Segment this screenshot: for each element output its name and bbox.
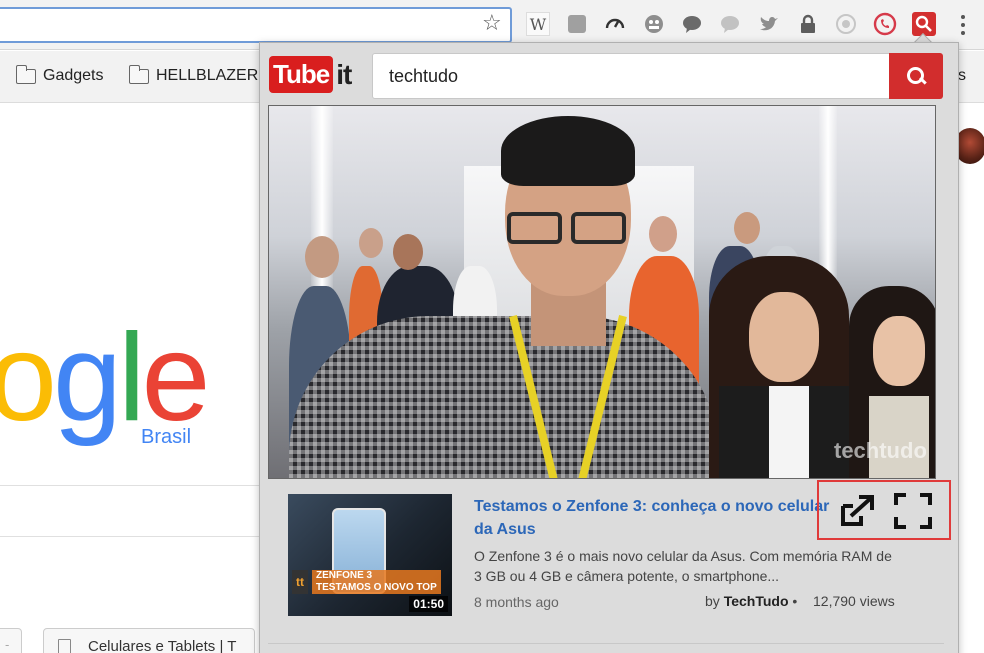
logo-it-text: it xyxy=(336,58,352,90)
bookmark-label: Gadgets xyxy=(43,67,104,84)
google-logo-letter: e xyxy=(141,309,211,447)
thumbnail-label: ZENFONE 3 TESTAMOS O NOVO TOP xyxy=(312,570,441,594)
result-age: 8 months ago xyxy=(474,594,559,610)
folder-icon xyxy=(15,64,36,84)
google-country-label: Brasil xyxy=(141,426,192,448)
bookmark-folder-hellblazer[interactable]: HELLBLAZER xyxy=(128,64,259,85)
google-logo-letter: g xyxy=(52,309,122,447)
tubeit-search-icon[interactable] xyxy=(912,12,936,36)
google-logo-letter: l xyxy=(117,309,145,447)
google-logo: ogle xyxy=(0,309,211,447)
search-icon xyxy=(907,67,925,85)
google-logo-letter: o xyxy=(0,309,57,447)
video-player[interactable]: techtudo xyxy=(268,105,936,479)
video-person-head xyxy=(305,236,339,278)
divider xyxy=(0,485,260,486)
author-prefix: by xyxy=(705,593,724,609)
thumbnail-brand: tt xyxy=(292,570,308,594)
video-controls-highlight xyxy=(817,480,951,540)
video-person-head xyxy=(649,216,677,252)
popout-icon[interactable] xyxy=(837,492,877,530)
most-visited-tile[interactable]: Celulares e Tablets | T xyxy=(43,628,255,653)
video-person-head xyxy=(393,234,423,270)
result-views: 12,790 views xyxy=(813,593,895,609)
ghost-extension-icon[interactable] xyxy=(642,12,666,36)
tubeit-popup: Tube it techtudo techtudo tt ZENFONE 3 T… xyxy=(259,42,959,653)
search-button[interactable] xyxy=(889,53,943,99)
result-author: by TechTudo • xyxy=(705,593,797,609)
divider xyxy=(0,536,260,537)
thumbnail-label-line: TESTAMOS O NOVO TOP xyxy=(316,582,437,593)
channel-link[interactable]: TechTudo xyxy=(724,593,789,609)
bookmark-folder-gadgets[interactable]: Gadgets xyxy=(15,64,104,85)
wikipedia-icon[interactable]: W xyxy=(526,12,550,36)
circle-extension-icon[interactable] xyxy=(834,12,858,36)
bookmark-label: HELLBLAZER xyxy=(156,67,259,84)
twitter-bird-icon[interactable] xyxy=(757,12,781,36)
document-icon xyxy=(58,639,71,653)
whatsapp-icon[interactable] xyxy=(873,12,897,36)
video-person-head xyxy=(734,212,760,244)
chrome-menu-icon[interactable] xyxy=(956,12,970,38)
pin-extension-icon[interactable] xyxy=(565,12,589,36)
search-input[interactable]: techtudo xyxy=(372,53,890,99)
thumbnail-label-line: ZENFONE 3 xyxy=(316,570,373,581)
tubeit-logo: Tube it xyxy=(269,56,352,93)
divider xyxy=(268,643,944,644)
chat-bubble-icon[interactable] xyxy=(680,12,704,36)
video-presenter-glasses xyxy=(507,212,629,246)
result-description: O Zenfone 3 é o mais novo celular da Asu… xyxy=(474,548,892,584)
bookmark-star-icon[interactable]: ☆ xyxy=(482,12,502,36)
speed-gauge-icon[interactable] xyxy=(603,12,627,36)
video-person-head xyxy=(359,228,383,258)
lock-icon[interactable] xyxy=(796,12,820,36)
duration-badge: 01:50 xyxy=(409,596,448,612)
most-visited-tile[interactable]: - C xyxy=(0,628,22,653)
address-bar[interactable] xyxy=(0,7,512,43)
meta-separator: • xyxy=(792,593,798,609)
video-presenter-hair xyxy=(501,116,635,186)
result-thumbnail[interactable]: tt ZENFONE 3 TESTAMOS O NOVO TOP 01:50 xyxy=(288,494,452,616)
logo-tube-text: Tube xyxy=(269,56,334,93)
tile-label: Celulares e Tablets | T xyxy=(88,638,237,653)
result-title-link[interactable]: Testamos o Zenfone 3: conheça o novo cel… xyxy=(474,495,844,541)
video-watermark: techtudo xyxy=(834,438,927,463)
folder-icon xyxy=(128,64,149,84)
video-presenter-shirt xyxy=(289,316,719,478)
comment-icon[interactable] xyxy=(718,12,742,36)
bookmark-overflow-text: s xyxy=(958,67,966,84)
browser-window: ☆ W Gadgets HELLBLAZER s ogle Brasil - C… xyxy=(0,0,984,653)
fullscreen-icon[interactable] xyxy=(893,492,933,530)
